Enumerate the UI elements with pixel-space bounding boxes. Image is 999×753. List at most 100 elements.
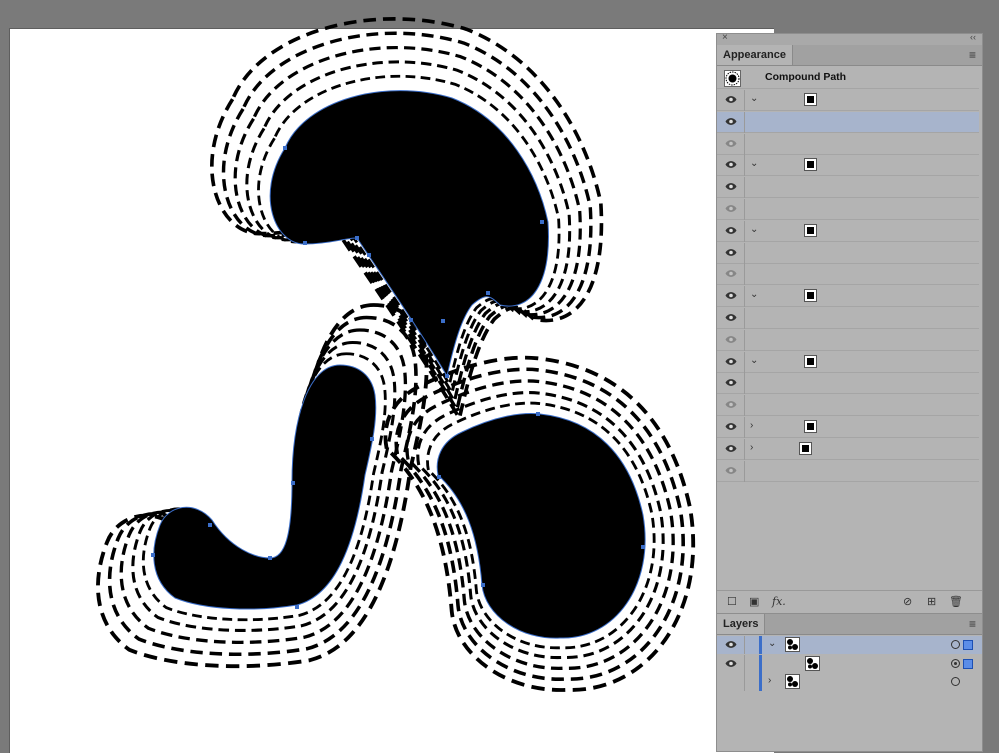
chevron-down-icon[interactable]: ⌄ bbox=[768, 638, 776, 649]
layer-color-bar bbox=[759, 673, 762, 691]
panel-menu-icon[interactable]: ≡ bbox=[969, 617, 976, 631]
clear-appearance-icon[interactable]: ⊘ bbox=[903, 595, 912, 608]
appearance-row-opacity[interactable] bbox=[717, 395, 979, 417]
stroke-color-swatch[interactable] bbox=[804, 93, 817, 106]
row-divider bbox=[744, 286, 745, 308]
stroke-color-swatch[interactable] bbox=[804, 354, 817, 368]
appearance-tabrow: Appearance ≡ bbox=[717, 45, 982, 66]
appearance-row-effect[interactable] bbox=[717, 111, 979, 133]
collapse-icon[interactable]: ‹‹ bbox=[970, 32, 976, 42]
appearance-row-stroke[interactable]: ⌄ bbox=[717, 90, 979, 111]
visibility-eye-icon[interactable] bbox=[725, 117, 737, 126]
chevron-down-icon[interactable]: ⌄ bbox=[750, 224, 758, 235]
visibility-eye-icon[interactable] bbox=[725, 640, 737, 649]
appearance-row-stroke[interactable]: ⌄ bbox=[717, 351, 979, 373]
chevron-right-icon[interactable]: › bbox=[750, 420, 753, 431]
layers-tabrow: Layers ≡ bbox=[717, 614, 982, 635]
layer-thumbnail-icon bbox=[785, 674, 800, 689]
fill-color-swatch[interactable] bbox=[799, 441, 812, 455]
chevron-down-icon[interactable]: ⌄ bbox=[750, 289, 758, 300]
row-divider bbox=[744, 351, 745, 373]
visibility-eye-icon[interactable] bbox=[725, 444, 737, 453]
row-divider bbox=[744, 673, 745, 691]
layer-color-bar bbox=[759, 636, 762, 654]
visibility-eye-icon[interactable] bbox=[725, 226, 737, 235]
visibility-eye-icon[interactable] bbox=[725, 400, 737, 409]
appearance-header-title: Compound Path bbox=[765, 71, 847, 83]
visibility-eye-icon[interactable] bbox=[725, 269, 737, 278]
trash-icon[interactable]: 🗑 bbox=[949, 595, 963, 608]
duplicate-item-icon[interactable]: ⊞ bbox=[927, 595, 936, 608]
row-divider bbox=[744, 438, 745, 460]
appearance-row-opacity[interactable] bbox=[717, 264, 979, 286]
row-divider bbox=[744, 308, 745, 329]
appearance-row-stroke[interactable]: ⌄ bbox=[717, 155, 979, 177]
compound-path-thumbnail-icon bbox=[724, 70, 741, 87]
row-divider bbox=[744, 111, 745, 133]
visibility-eye-icon[interactable] bbox=[725, 160, 737, 169]
tab-layers[interactable]: Layers bbox=[717, 614, 766, 634]
chevron-right-icon[interactable]: › bbox=[750, 442, 753, 453]
add-fill-icon[interactable]: ▣ bbox=[749, 595, 759, 608]
tab-appearance[interactable]: Appearance bbox=[717, 45, 793, 65]
appearance-toolbar: ☐ ▣ fx. ⊘ ⊞ 🗑 bbox=[717, 590, 982, 613]
layer-thumbnail-icon bbox=[785, 637, 800, 652]
row-divider bbox=[744, 373, 745, 395]
appearance-row-effect[interactable] bbox=[717, 308, 979, 329]
add-effect-button[interactable]: fx. bbox=[772, 595, 786, 608]
appearance-row-fill[interactable]: › bbox=[717, 438, 979, 460]
chevron-down-icon[interactable]: ⌄ bbox=[750, 158, 758, 169]
visibility-eye-icon[interactable] bbox=[725, 313, 737, 322]
visibility-eye-icon[interactable] bbox=[725, 139, 737, 148]
stroke-color-swatch[interactable] bbox=[804, 420, 817, 433]
layer-row[interactable] bbox=[717, 654, 982, 673]
visibility-eye-icon[interactable] bbox=[725, 677, 737, 686]
appearance-row-stroke[interactable]: › bbox=[717, 417, 979, 438]
stroke-color-swatch[interactable] bbox=[804, 223, 817, 237]
chevron-down-icon[interactable]: ⌄ bbox=[750, 355, 758, 366]
appearance-row-opacity-top[interactable] bbox=[717, 460, 979, 482]
appearance-row-opacity[interactable] bbox=[717, 133, 979, 155]
target-circle-icon[interactable] bbox=[951, 658, 960, 668]
appearance-row-effect[interactable] bbox=[717, 373, 979, 395]
appearance-row-opacity[interactable] bbox=[717, 199, 979, 220]
visibility-eye-icon[interactable] bbox=[725, 659, 737, 668]
visibility-eye-icon[interactable] bbox=[725, 335, 737, 344]
visibility-eye-icon[interactable] bbox=[725, 291, 737, 300]
visibility-eye-icon[interactable] bbox=[725, 466, 737, 475]
selected-art-indicator[interactable] bbox=[963, 658, 973, 669]
row-divider bbox=[744, 329, 745, 351]
stroke-color-swatch[interactable] bbox=[804, 289, 817, 303]
chevron-right-icon[interactable]: › bbox=[768, 675, 771, 686]
appearance-row-stroke[interactable]: ⌄ bbox=[717, 286, 979, 308]
appearance-header-row: Compound Path bbox=[717, 67, 979, 89]
visibility-eye-icon[interactable] bbox=[725, 182, 737, 191]
visibility-eye-icon[interactable] bbox=[725, 357, 737, 366]
layers-panel: Layers ≡ ⌄ › bbox=[716, 613, 983, 752]
add-stroke-icon[interactable]: ☐ bbox=[727, 595, 737, 608]
row-divider bbox=[744, 155, 745, 177]
layer-row[interactable]: ⌄ bbox=[717, 636, 982, 654]
selected-art-indicator[interactable] bbox=[963, 640, 973, 650]
appearance-row-effect[interactable] bbox=[717, 242, 979, 264]
visibility-eye-icon[interactable] bbox=[725, 204, 737, 213]
panel-menu-icon[interactable]: ≡ bbox=[969, 48, 976, 62]
visibility-eye-icon[interactable] bbox=[725, 248, 737, 257]
row-divider bbox=[744, 242, 745, 264]
appearance-panel: × ‹‹ Appearance ≡ Compound Path ⌄ ⌄ ⌄ ⌄ ⌄ › › … bbox=[716, 32, 983, 614]
appearance-row-opacity[interactable] bbox=[717, 329, 979, 351]
row-divider bbox=[744, 90, 745, 111]
stroke-color-swatch[interactable] bbox=[804, 158, 817, 172]
appearance-row-stroke[interactable]: ⌄ bbox=[717, 220, 979, 242]
chevron-down-icon[interactable]: ⌄ bbox=[750, 93, 758, 104]
visibility-eye-icon[interactable] bbox=[725, 422, 737, 431]
panel-topbar: × ‹‹ bbox=[717, 32, 982, 45]
close-icon[interactable]: × bbox=[722, 32, 728, 43]
target-circle-icon[interactable] bbox=[951, 677, 960, 686]
target-circle-icon[interactable] bbox=[951, 640, 960, 649]
visibility-eye-icon[interactable] bbox=[725, 95, 737, 104]
row-divider bbox=[744, 264, 745, 286]
visibility-eye-icon[interactable] bbox=[725, 378, 737, 387]
layer-row[interactable]: › bbox=[717, 673, 982, 691]
appearance-row-effect[interactable] bbox=[717, 177, 979, 199]
